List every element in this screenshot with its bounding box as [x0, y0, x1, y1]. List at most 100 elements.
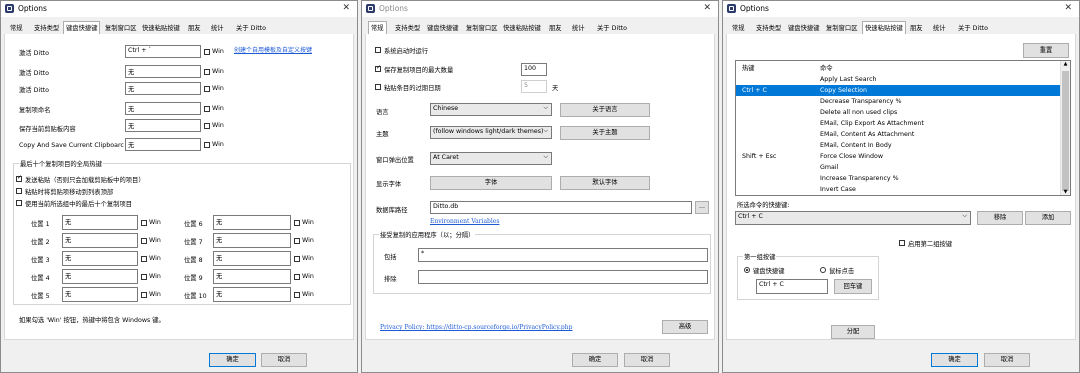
column-header-hotkey[interactable]: 热键: [742, 63, 755, 72]
selected-shortcut-select[interactable]: Ctrl + C ⌵: [735, 211, 971, 225]
list-row[interactable]: Shift + Esc Force Close Window: [736, 151, 1061, 162]
win-checkbox[interactable]: [204, 142, 210, 148]
tab-friends[interactable]: 朋友: [188, 23, 201, 34]
about-theme-button[interactable]: 关于主题: [560, 126, 650, 140]
list-scrollbar[interactable]: ▲ ▼: [1060, 61, 1070, 195]
win-checkbox[interactable]: [204, 106, 210, 112]
position-input[interactable]: 无: [213, 233, 291, 248]
scroll-thumb[interactable]: [1062, 71, 1069, 191]
theme-select[interactable]: (follow windows light/dark themes) ⌵: [430, 126, 552, 139]
position-input[interactable]: 无: [213, 251, 291, 266]
position-input[interactable]: 无: [62, 233, 138, 248]
custom-hotkey-link[interactable]: 创建个自用模板及自定义按键: [234, 45, 312, 54]
column-header-command[interactable]: 命令: [820, 63, 833, 72]
ok-button[interactable]: 确定: [209, 353, 256, 367]
win-checkbox[interactable]: [141, 292, 147, 298]
list-row[interactable]: Decrease Transparency %: [736, 96, 1061, 107]
use-group-checkbox[interactable]: [16, 200, 22, 206]
list-row[interactable]: EMail, Content As Attachment: [736, 129, 1061, 140]
font-button[interactable]: 字体: [430, 176, 552, 190]
include-input[interactable]: *: [418, 248, 708, 262]
enable-second-checkbox[interactable]: [899, 240, 905, 246]
win-checkbox[interactable]: [294, 256, 300, 262]
tab-about[interactable]: 关于 Ditto: [958, 23, 988, 34]
tab-friends[interactable]: 朋友: [910, 23, 923, 34]
win-checkbox[interactable]: [141, 238, 147, 244]
tab-keyboard-shortcuts[interactable]: 键盘快捷键: [63, 21, 101, 35]
tab-quick-paste[interactable]: 快速粘贴按键: [142, 23, 180, 34]
win-checkbox[interactable]: [141, 220, 147, 226]
win-checkbox[interactable]: [294, 274, 300, 280]
hotkey-input[interactable]: 无: [125, 82, 201, 95]
tab-keyboard-shortcuts[interactable]: 键盘快捷键: [788, 23, 819, 34]
tab-stats[interactable]: 统计: [211, 23, 224, 34]
advanced-button[interactable]: 高级: [662, 320, 708, 334]
expire-input[interactable]: 5: [521, 80, 547, 93]
popup-position-select[interactable]: At Caret ⌵: [430, 152, 552, 165]
ok-button[interactable]: 确定: [572, 353, 618, 367]
environment-variables-link[interactable]: Environment Variables: [430, 218, 499, 225]
close-icon[interactable]: ✕: [342, 3, 350, 13]
language-select[interactable]: Chinese ⌵: [430, 103, 552, 116]
list-row[interactable]: Apply Last Search: [736, 74, 1061, 85]
position-input[interactable]: 无: [213, 215, 291, 230]
tab-supported-types[interactable]: 支持类型: [34, 23, 59, 34]
scroll-up-icon[interactable]: ▲: [1061, 61, 1070, 67]
send-paste-checkbox[interactable]: [16, 174, 22, 182]
reset-button[interactable]: 重置: [1023, 43, 1069, 58]
ok-button[interactable]: 确定: [931, 353, 978, 367]
hotkey-input[interactable]: 无: [125, 102, 201, 115]
assign-button[interactable]: 分配: [831, 325, 875, 339]
move-to-top-checkbox[interactable]: [16, 188, 22, 194]
position-input[interactable]: 无: [62, 215, 138, 230]
win-checkbox[interactable]: [204, 49, 210, 55]
win-checkbox[interactable]: [294, 220, 300, 226]
tab-copy-window[interactable]: 复制窗口区: [826, 23, 857, 34]
tab-about[interactable]: 关于 Ditto: [236, 23, 266, 34]
key-input[interactable]: Ctrl + C: [756, 279, 828, 294]
position-input[interactable]: 无: [62, 269, 138, 284]
tab-friends[interactable]: 朋友: [549, 23, 562, 34]
win-checkbox[interactable]: [204, 69, 210, 75]
db-path-input[interactable]: Ditto.db: [430, 201, 692, 214]
hotkey-input[interactable]: 无: [125, 138, 201, 151]
hotkey-input[interactable]: 无: [125, 65, 201, 78]
list-row[interactable]: EMail, Clip Export As Attachment: [736, 118, 1061, 129]
cancel-button[interactable]: 取消: [261, 353, 307, 367]
expire-checkbox[interactable]: [375, 84, 381, 90]
hotkey-input[interactable]: 无: [125, 119, 201, 132]
scroll-down-icon[interactable]: ▼: [1061, 189, 1070, 195]
win-checkbox[interactable]: [204, 86, 210, 92]
list-row[interactable]: Gmail: [736, 162, 1061, 173]
win-checkbox[interactable]: [141, 256, 147, 262]
hotkey-input[interactable]: Ctrl + `: [125, 45, 201, 58]
tab-stats[interactable]: 统计: [933, 23, 946, 34]
enter-key-button[interactable]: 回车键: [834, 279, 872, 294]
keyboard-radio[interactable]: [744, 267, 750, 273]
position-input[interactable]: 无: [62, 251, 138, 266]
list-row[interactable]: Delete all non used clips: [736, 107, 1061, 118]
tab-general[interactable]: 常规: [732, 23, 745, 34]
win-checkbox[interactable]: [141, 274, 147, 280]
close-icon[interactable]: ✕: [1064, 3, 1072, 13]
position-input[interactable]: 无: [62, 287, 138, 302]
hotkey-command-list[interactable]: 热键 命令 Apply Last Search Ctrl + C Copy Sele…: [735, 60, 1071, 196]
save-max-input[interactable]: 100: [521, 63, 547, 76]
list-row[interactable]: Ctrl + C Copy Selection: [736, 85, 1061, 96]
save-max-checkbox[interactable]: [375, 64, 381, 72]
startup-checkbox[interactable]: [375, 47, 381, 53]
tab-about[interactable]: 关于 Ditto: [597, 23, 627, 34]
tab-stats[interactable]: 统计: [572, 23, 585, 34]
about-language-button[interactable]: 关于语言: [560, 103, 650, 117]
position-input[interactable]: 无: [213, 287, 291, 302]
tab-copy-window[interactable]: 复制窗口区: [105, 23, 136, 34]
remove-button[interactable]: 移除: [977, 211, 1023, 225]
tab-general[interactable]: 常规: [368, 21, 387, 35]
win-checkbox[interactable]: [294, 238, 300, 244]
privacy-policy-link[interactable]: Privacy Policy: https://ditto-cp.sourcef…: [380, 324, 572, 331]
tab-keyboard-shortcuts[interactable]: 键盘快捷键: [427, 23, 458, 34]
tab-quick-paste[interactable]: 快速粘贴按键: [862, 21, 906, 35]
tab-copy-window[interactable]: 复制窗口区: [466, 23, 497, 34]
list-row[interactable]: Increase Transparency %: [736, 173, 1061, 184]
browse-button[interactable]: ...: [695, 201, 709, 214]
